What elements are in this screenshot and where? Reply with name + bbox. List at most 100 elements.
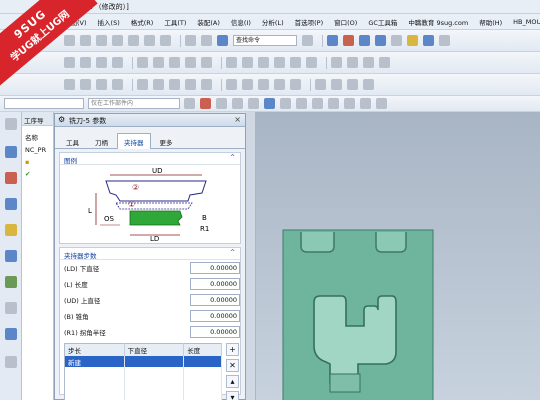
postprocess-icon[interactable] — [185, 57, 196, 68]
menu-help[interactable]: 帮助(H) — [479, 17, 502, 27]
chevron-up-icon[interactable]: ⌃ — [229, 153, 236, 162]
menu-format[interactable]: 格式(R) — [131, 17, 154, 27]
tool-g-icon[interactable] — [169, 79, 180, 90]
navigator-root[interactable]: NC_PR — [22, 144, 53, 156]
verify-icon[interactable] — [169, 57, 180, 68]
snap-h-icon[interactable] — [328, 98, 339, 109]
close-icon[interactable]: × — [234, 115, 241, 124]
tab-holder[interactable]: 夹持器 — [117, 133, 151, 149]
table-row[interactable] — [64, 389, 222, 400]
move-down-icon[interactable]: ▾ — [226, 391, 239, 400]
tab-tool[interactable]: 工具 — [59, 133, 86, 149]
delete-step-icon[interactable]: ✕ — [226, 359, 239, 372]
new-icon[interactable] — [64, 35, 75, 46]
navigator-icon[interactable] — [5, 146, 17, 158]
toolpath-icon[interactable] — [242, 57, 253, 68]
undo-icon[interactable] — [185, 35, 196, 46]
tool-h-icon[interactable] — [185, 79, 196, 90]
background-icon[interactable] — [391, 35, 402, 46]
snap-f-icon[interactable] — [296, 98, 307, 109]
display-icon[interactable] — [439, 35, 450, 46]
create-tool-icon[interactable] — [80, 57, 91, 68]
render-style-icon[interactable] — [375, 35, 386, 46]
geometry-view-icon[interactable] — [5, 224, 17, 236]
program-order-icon[interactable] — [5, 198, 17, 210]
create-program-icon[interactable] — [64, 57, 75, 68]
menu-hb-mould[interactable]: HB_MOULD — [513, 18, 540, 26]
drill-icon[interactable] — [331, 57, 342, 68]
history-icon[interactable] — [5, 302, 17, 314]
finish-icon[interactable] — [379, 57, 390, 68]
tool-o-icon[interactable] — [315, 79, 326, 90]
settings-icon[interactable] — [5, 118, 17, 130]
snap-j-icon[interactable] — [360, 98, 371, 109]
illustration-header[interactable]: 图例 ⌃ — [60, 153, 240, 165]
layer-icon[interactable] — [407, 35, 418, 46]
fit-icon[interactable] — [343, 35, 354, 46]
menu-insert[interactable]: 插入(S) — [98, 17, 120, 27]
table-row[interactable]: 新建 — [64, 356, 222, 367]
filter-icon[interactable] — [184, 98, 195, 109]
col-step[interactable]: 步长 — [64, 343, 125, 356]
menu-preferences[interactable]: 首选项(P) — [295, 17, 324, 27]
web-icon[interactable] — [5, 328, 17, 340]
redo-icon[interactable] — [201, 35, 212, 46]
wcs-icon[interactable] — [423, 35, 434, 46]
menu-tools[interactable]: 工具(T) — [164, 17, 186, 27]
tool-r-icon[interactable] — [363, 79, 374, 90]
tool-p-icon[interactable] — [331, 79, 342, 90]
param-r1-input[interactable]: 0.00000 — [190, 326, 240, 338]
tool-l-icon[interactable] — [258, 79, 269, 90]
paste-icon[interactable] — [144, 35, 155, 46]
add-step-icon[interactable]: + — [226, 343, 239, 356]
operation-icon[interactable] — [226, 57, 237, 68]
save-icon[interactable] — [96, 35, 107, 46]
tool-j-icon[interactable] — [226, 79, 237, 90]
dialog-scrollbar[interactable] — [246, 112, 256, 400]
mill-icon[interactable] — [347, 57, 358, 68]
param-ud-input[interactable]: 0.00000 — [190, 294, 240, 306]
menu-assembly[interactable]: 装配(A) — [197, 17, 220, 27]
tool-c-icon[interactable] — [96, 79, 107, 90]
delete-icon[interactable] — [160, 35, 171, 46]
snap-b-icon[interactable] — [232, 98, 243, 109]
col-lower-diameter[interactable]: 下直径 — [124, 343, 185, 356]
snap-a-icon[interactable] — [216, 98, 227, 109]
tool-f-icon[interactable] — [153, 79, 164, 90]
create-method-icon[interactable] — [112, 57, 123, 68]
shaded-icon[interactable] — [359, 35, 370, 46]
tab-holder-shank[interactable]: 刀柄 — [88, 133, 115, 149]
param-b-input[interactable]: 0.00000 — [190, 310, 240, 322]
machine-tool-icon[interactable] — [5, 172, 17, 184]
param-l-input[interactable]: 0.00000 — [190, 278, 240, 290]
view-orient-icon[interactable] — [327, 35, 338, 46]
snap-d-icon[interactable] — [264, 98, 275, 109]
holder-steps-header[interactable]: 夹持器步数 ⌃ — [60, 248, 240, 260]
menu-gc-toolbox[interactable]: GC工具箱 — [368, 17, 397, 27]
tool-a-icon[interactable] — [64, 79, 75, 90]
tool-k-icon[interactable] — [242, 79, 253, 90]
snap-i-icon[interactable] — [344, 98, 355, 109]
menu-9sug[interactable]: 中職教育 9sug.com — [408, 17, 468, 27]
menu-analysis[interactable]: 分析(L) — [262, 17, 284, 27]
machine-icon[interactable] — [274, 57, 285, 68]
navigator-item[interactable]: ▪ — [22, 156, 53, 168]
snap-c-icon[interactable] — [248, 98, 259, 109]
tool-q-icon[interactable] — [347, 79, 358, 90]
param-ld-input[interactable]: 0.00000 — [190, 262, 240, 274]
tool-n-icon[interactable] — [290, 79, 301, 90]
move-up-icon[interactable]: ▴ — [226, 375, 239, 388]
table-row[interactable] — [64, 378, 222, 389]
command-search-input[interactable]: 查找命令 — [233, 35, 297, 46]
library-icon[interactable] — [5, 276, 17, 288]
snap-g-icon[interactable] — [312, 98, 323, 109]
replay-icon[interactable] — [153, 57, 164, 68]
tab-more[interactable]: 更多 — [153, 133, 180, 149]
menu-info[interactable]: 信息(I) — [231, 17, 251, 27]
navigator-item[interactable]: ✔ — [22, 168, 53, 180]
type-filter-dropdown[interactable] — [4, 98, 84, 109]
generate-icon[interactable] — [137, 57, 148, 68]
snap-icon[interactable] — [200, 98, 211, 109]
snap-k-icon[interactable] — [376, 98, 387, 109]
scope-filter-dropdown[interactable]: 仅在工作部件内 — [88, 98, 180, 109]
